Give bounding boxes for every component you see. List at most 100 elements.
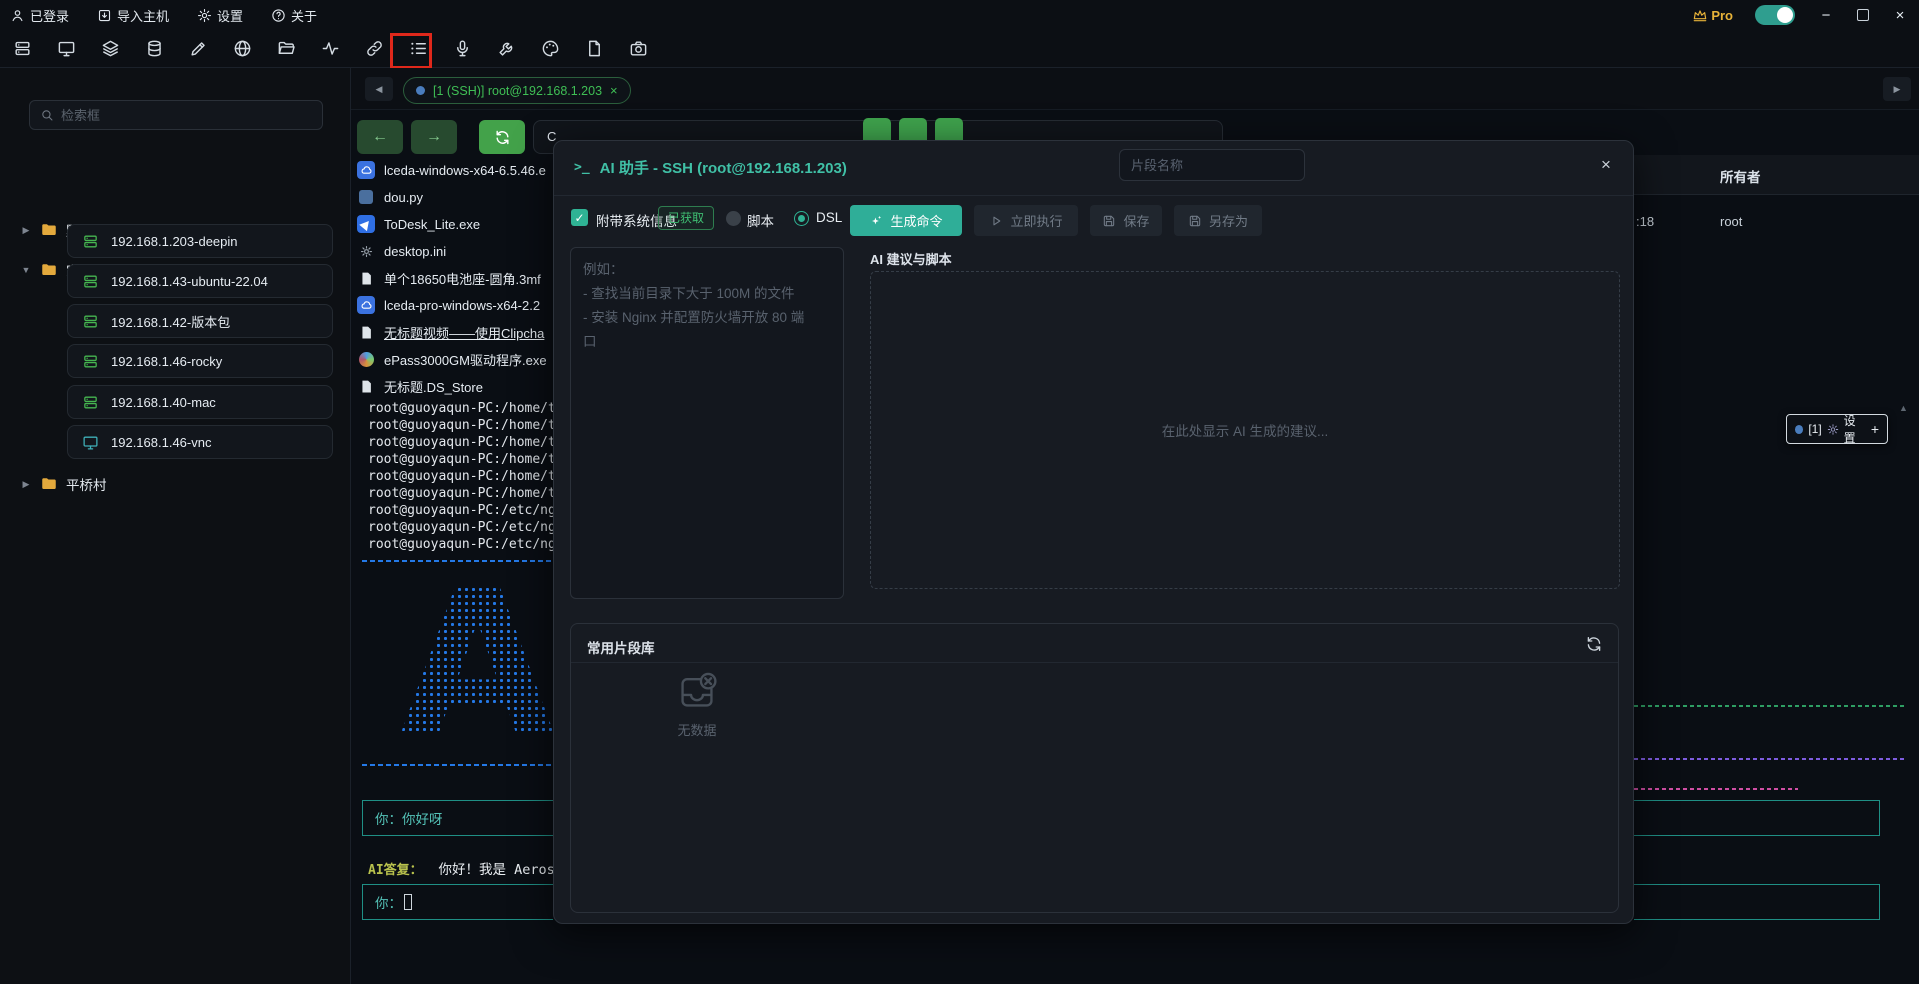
sidebar-group-pingqiaocun[interactable]: ▶ 平桥村: [20, 474, 107, 494]
server-icon: [82, 233, 99, 250]
globe-icon[interactable]: [220, 30, 264, 68]
toggle-knob: [1777, 7, 1793, 23]
modal-close-button[interactable]: ×: [1594, 153, 1618, 177]
maximize-button[interactable]: [1857, 9, 1869, 21]
menu-settings[interactable]: 设置: [197, 6, 243, 25]
monitor-icon[interactable]: [44, 30, 88, 68]
tab-close-icon[interactable]: ×: [610, 83, 618, 98]
file-row[interactable]: 无标题.DS_Store: [357, 374, 553, 398]
sync-icon[interactable]: [1585, 635, 1603, 653]
session-settings-pill[interactable]: [1] 设置 +: [1786, 414, 1888, 444]
ascii-banner: Ae: [400, 572, 553, 764]
database-icon[interactable]: [132, 30, 176, 68]
file-name: ToDesk_Lite.exe: [384, 217, 480, 232]
host-label: 192.168.1.40-mac: [111, 395, 216, 410]
document-file-icon: [357, 269, 375, 287]
save-as-button[interactable]: 另存为: [1174, 205, 1262, 236]
ai-prompt-textarea[interactable]: 例如： - 查找当前目录下大于 100M 的文件 - 安装 Nginx 并配置防…: [570, 247, 844, 599]
folder-fill-icon: [40, 475, 58, 493]
run-now-button[interactable]: 立即执行: [974, 205, 1078, 236]
host-item-ubuntu[interactable]: 192.168.1.43-ubuntu-22.04: [67, 264, 333, 298]
fetched-status-badge: 已获取: [658, 206, 714, 230]
no-data-label: 无数据: [663, 720, 731, 739]
host-label: 192.168.1.203-deepin: [111, 234, 238, 249]
file-row[interactable]: 单个18650电池座-圆角.3mf: [357, 266, 553, 290]
pen-icon[interactable]: [176, 30, 220, 68]
file-row[interactable]: ToDesk_Lite.exe: [357, 212, 553, 236]
search-input[interactable]: [61, 108, 291, 123]
palette-icon[interactable]: [528, 30, 572, 68]
host-item-mac[interactable]: 192.168.1.40-mac: [67, 385, 333, 419]
terminal-line: root@guoyaqun-PC:/etc/ngi: [368, 503, 564, 518]
installer-globe-icon: [357, 350, 375, 368]
tab-scroll-left-button[interactable]: ◀: [365, 77, 393, 101]
minimize-button[interactable]: −: [1817, 7, 1835, 24]
nav-forward-button[interactable]: →: [411, 120, 457, 154]
refresh-button[interactable]: [479, 120, 525, 154]
folder-icon[interactable]: [264, 30, 308, 68]
chat-user-message-box-right: [1634, 800, 1880, 836]
wrench-icon[interactable]: [484, 30, 528, 68]
file-row[interactable]: ePass3000GM驱动程序.exe: [357, 347, 553, 371]
dsl-radio[interactable]: [794, 211, 809, 226]
banner-separator-top: [362, 560, 553, 562]
lceda-app-icon: [357, 296, 375, 314]
mic-icon[interactable]: [440, 30, 484, 68]
pro-badge[interactable]: Pro: [1692, 7, 1733, 23]
close-button[interactable]: ×: [1891, 7, 1909, 24]
tab-scroll-right-button[interactable]: ▶: [1883, 77, 1911, 101]
activity-icon[interactable]: [308, 30, 352, 68]
camera-icon[interactable]: [616, 30, 660, 68]
file-row[interactable]: lceda-pro-windows-x64-2.2: [357, 293, 553, 317]
ai-assistant-modal: >_ AI 助手 - SSH (root@192.168.1.203) × ✓ …: [553, 140, 1634, 924]
file-row[interactable]: 无标题视频——使用Clipcha: [357, 320, 553, 344]
host-item-banbenbao[interactable]: 192.168.1.42-版本包: [67, 304, 333, 338]
file-row[interactable]: lceda-windows-x64-6.5.46.e: [357, 158, 553, 182]
terminal-cursor: [404, 894, 412, 910]
modal-title: AI 助手 - SSH (root@192.168.1.203): [600, 157, 847, 178]
modified-time-fragment: :18: [1636, 214, 1654, 229]
file-row[interactable]: desktop.ini: [357, 239, 553, 263]
session-status-dot: [416, 86, 425, 95]
suggestions-panel: 在此处显示 AI 生成的建议...: [870, 271, 1620, 589]
server-icon: [82, 394, 99, 411]
terminal-green-line: [1634, 705, 1904, 707]
nav-back-button[interactable]: ←: [357, 120, 403, 154]
file-row[interactable]: dou.py: [357, 185, 553, 209]
main-toolbar: [0, 30, 1919, 68]
layers-icon[interactable]: [88, 30, 132, 68]
menu-logged-in[interactable]: 已登录: [10, 6, 69, 25]
terminal-line: root@guoyaqun-PC:/home/te: [368, 469, 564, 484]
document-file-icon: [357, 377, 375, 395]
host-item-rocky[interactable]: 192.168.1.46-rocky: [67, 344, 333, 378]
script-radio[interactable]: [726, 211, 741, 226]
host-label: 192.168.1.46-vnc: [111, 435, 211, 450]
tab-ssh-session[interactable]: [1 (SSH)] root@192.168.1.203 ×: [403, 77, 631, 104]
scrollbar-up-arrow[interactable]: ▲: [1899, 403, 1908, 413]
generate-command-button[interactable]: 生成命令: [850, 205, 962, 236]
search-icon: [40, 108, 54, 122]
crown-icon: [1692, 7, 1708, 23]
terminal-magenta-line: [1634, 788, 1798, 790]
gear-icon: [197, 8, 212, 23]
session-count: [1]: [1808, 422, 1821, 436]
host-item-deepin[interactable]: 192.168.1.203-deepin: [67, 224, 333, 258]
owner-column-header: 所有者: [1720, 166, 1761, 186]
file-icon[interactable]: [572, 30, 616, 68]
snippet-name-input[interactable]: [1119, 149, 1305, 181]
host-item-vnc[interactable]: 192.168.1.46-vnc: [67, 425, 333, 459]
add-session-button[interactable]: +: [1871, 421, 1879, 437]
file-name: dou.py: [384, 190, 423, 205]
sidebar: ▶ 默认 ▼ 家 192.168.1.203-deepin 192.168.1.…: [0, 68, 351, 984]
chat-input-box[interactable]: 你：: [362, 884, 553, 920]
no-data-icon: [675, 670, 719, 712]
attach-sysinfo-checkbox[interactable]: ✓: [571, 209, 588, 226]
hosts-icon[interactable]: [0, 30, 44, 68]
menu-about[interactable]: 关于: [271, 6, 317, 25]
host-search-box[interactable]: [29, 100, 323, 130]
save-as-label: 另存为: [1209, 211, 1248, 230]
save-button[interactable]: 保存: [1090, 205, 1162, 236]
menu-import-hosts[interactable]: 导入主机: [97, 6, 169, 25]
pro-toggle[interactable]: [1755, 5, 1795, 25]
chevron-down-icon: ▼: [20, 265, 32, 275]
